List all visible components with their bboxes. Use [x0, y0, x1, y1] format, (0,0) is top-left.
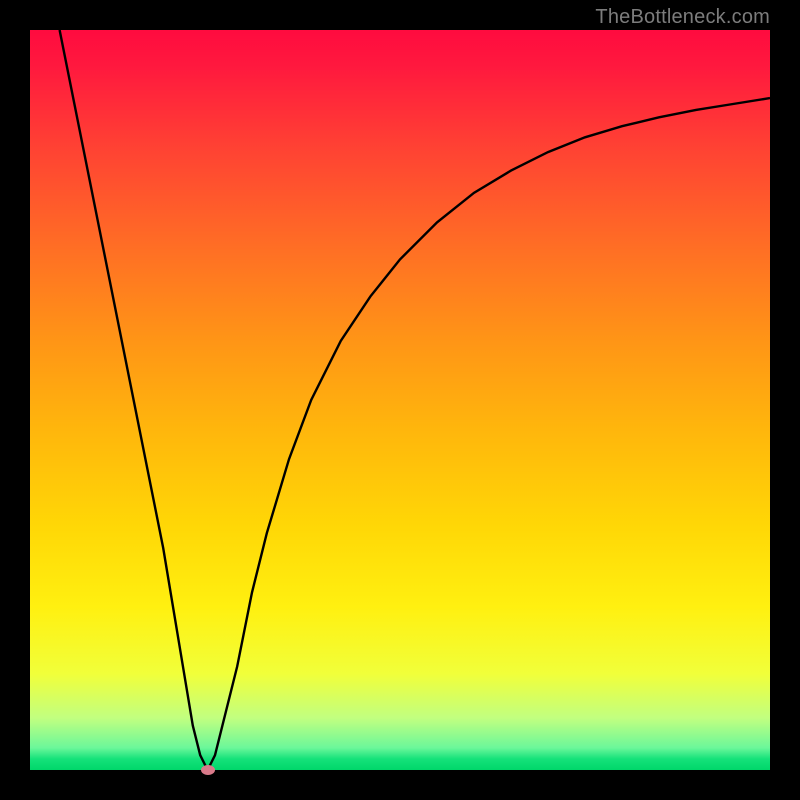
- watermark-text: TheBottleneck.com: [595, 6, 770, 29]
- current-config-marker: [201, 765, 215, 775]
- bottleneck-curve: [30, 30, 770, 770]
- plot-area: [30, 30, 770, 770]
- chart-frame: TheBottleneck.com: [0, 0, 800, 800]
